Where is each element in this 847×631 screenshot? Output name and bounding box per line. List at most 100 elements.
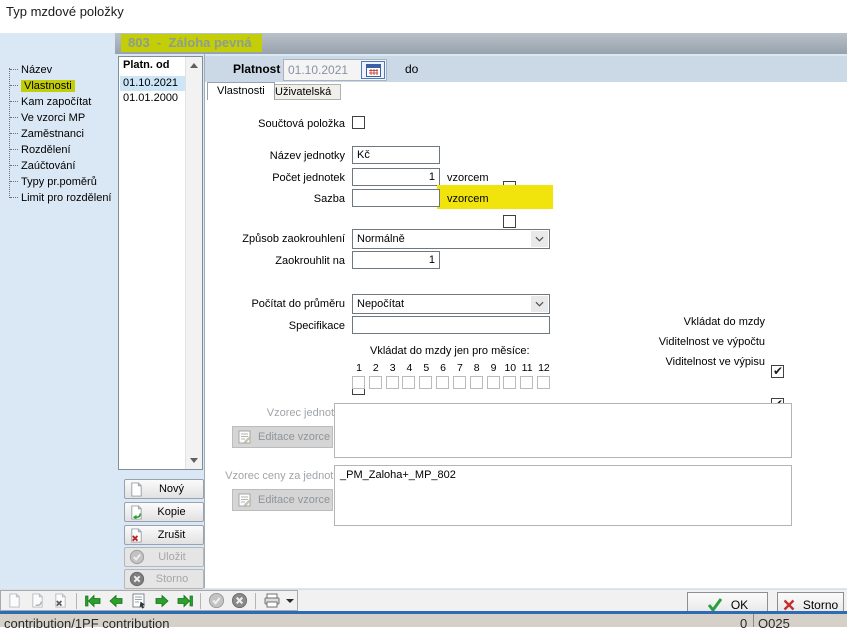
dropdown-button[interactable] bbox=[531, 296, 548, 312]
zpusob-zaokrouhleni-dropdown[interactable]: Normálně bbox=[352, 229, 550, 249]
sidebar-item-label: Název bbox=[21, 64, 52, 76]
new-document-icon[interactable] bbox=[4, 591, 25, 611]
record-header-bar: 803 - Záloha pevná bbox=[115, 33, 847, 54]
sidebar-item-zauctovani[interactable]: Zaúčtování bbox=[10, 158, 75, 174]
pocitat-do-prumeru-dropdown[interactable]: Nepočítat bbox=[352, 294, 550, 314]
validity-from-date-field[interactable]: 01.10.2021 bbox=[283, 59, 387, 81]
scroll-down-icon[interactable] bbox=[190, 458, 198, 463]
sidebar-item-ve-vzorci-mp[interactable]: Ve vzorci MP bbox=[10, 110, 85, 126]
sidebar-item-zamestnanci[interactable]: Zaměstnanci bbox=[10, 126, 84, 142]
next-record-icon[interactable] bbox=[151, 591, 172, 611]
souctova-polozka-checkbox[interactable] bbox=[352, 116, 365, 129]
new-document-icon bbox=[129, 482, 144, 497]
sidebar-item-rozdeleni[interactable]: Rozdělení bbox=[10, 142, 71, 158]
scroll-up-icon[interactable] bbox=[190, 63, 198, 68]
wage-item-type-window: Typ mzdové položky 803 - Záloha pevná Ná… bbox=[0, 0, 847, 91]
novy-button[interactable]: Nový bbox=[124, 479, 204, 499]
tab-vlastnosti[interactable]: Vlastnosti bbox=[207, 82, 275, 100]
validity-band: Platnost od 01.10.2021 do bbox=[205, 56, 847, 82]
month-3-checkbox[interactable] bbox=[386, 376, 399, 389]
version-list-header: Platn. od bbox=[119, 57, 189, 73]
month-9-checkbox[interactable] bbox=[487, 376, 500, 389]
accept-icon[interactable] bbox=[206, 591, 227, 611]
month-6-checkbox[interactable] bbox=[436, 376, 449, 389]
month-10-checkbox[interactable] bbox=[503, 376, 516, 389]
sazba-input[interactable] bbox=[352, 189, 440, 207]
vkladat-do-mzdy-label: Vkládat do mzdy bbox=[545, 316, 765, 328]
first-record-icon[interactable] bbox=[82, 591, 103, 611]
sidebar-item-label: Rozdělení bbox=[21, 144, 71, 156]
month-4-checkbox[interactable] bbox=[402, 376, 415, 389]
delete-icon bbox=[129, 528, 144, 543]
kopie-button[interactable]: Kopie bbox=[124, 502, 204, 522]
sidebar-item-typy-pr-pomeru[interactable]: Typy pr.poměrů bbox=[10, 174, 97, 190]
sidebar-item-vlastnosti[interactable]: Vlastnosti bbox=[10, 78, 75, 94]
validity-from-date-value: 01.10.2021 bbox=[288, 63, 348, 77]
tree-stub bbox=[10, 133, 18, 135]
month-5: 5 bbox=[419, 362, 433, 389]
months-row: 1 2 3 4 5 6 7 8 9 10 11 12 bbox=[352, 362, 551, 389]
dropdown-button[interactable] bbox=[531, 231, 548, 247]
month-11: 11 bbox=[520, 362, 534, 389]
calendar-button[interactable] bbox=[361, 61, 385, 79]
zpusob-zaokrouhleni-value: Normálně bbox=[357, 233, 405, 245]
sidebar-item-label: Kam započítat bbox=[21, 96, 91, 108]
delete-icon[interactable] bbox=[50, 591, 71, 611]
edit-formula-icon bbox=[238, 493, 252, 507]
sazba-label: Sazba bbox=[145, 193, 345, 205]
editace-vzorce-ceny-button[interactable]: Editace vzorce bbox=[232, 489, 333, 511]
month-2-checkbox[interactable] bbox=[369, 376, 382, 389]
month-10: 10 bbox=[503, 362, 517, 389]
novy-label: Nový bbox=[144, 483, 199, 495]
editace-vzorce-jednotky-button[interactable]: Editace vzorce bbox=[232, 426, 333, 448]
chevron-down-icon bbox=[535, 236, 544, 242]
month-11-checkbox[interactable] bbox=[520, 376, 533, 389]
souctova-polozka-label: Součtová položka bbox=[145, 118, 345, 130]
form-view-icon[interactable] bbox=[128, 591, 149, 611]
zrusit-button[interactable]: Zrušit bbox=[124, 525, 204, 545]
cancel-x-icon bbox=[129, 571, 145, 587]
page-title: Typ mzdové položky bbox=[6, 4, 124, 19]
sidebar-item-label: Zaměstnanci bbox=[21, 128, 84, 140]
calendar-icon bbox=[366, 64, 381, 77]
sidebar-item-nazev[interactable]: Název bbox=[10, 62, 52, 78]
month-2: 2 bbox=[369, 362, 383, 389]
month-4: 4 bbox=[402, 362, 416, 389]
print-dropdown-arrow[interactable] bbox=[286, 599, 294, 603]
toolbar-separator bbox=[255, 593, 256, 609]
cancel-icon[interactable] bbox=[229, 591, 250, 611]
record-title-highlight: 803 - Záloha pevná bbox=[121, 34, 262, 52]
specifikace-input[interactable] bbox=[352, 316, 550, 334]
version-row[interactable]: 01.01.2000 bbox=[120, 91, 188, 106]
zaokrouhlit-na-input[interactable]: 1 bbox=[352, 251, 440, 269]
month-7-checkbox[interactable] bbox=[453, 376, 466, 389]
print-icon[interactable] bbox=[261, 591, 282, 611]
nazev-jednotky-label: Název jednotky bbox=[145, 150, 345, 162]
month-1-checkbox[interactable] bbox=[352, 376, 365, 389]
ok-check-icon bbox=[707, 598, 723, 612]
month-5-checkbox[interactable] bbox=[419, 376, 432, 389]
toolbar-separator bbox=[76, 593, 77, 609]
ok-label: OK bbox=[731, 598, 748, 612]
version-row-selected[interactable]: 01.10.2021 bbox=[120, 76, 188, 91]
vzorec-jednotky-box[interactable] bbox=[334, 403, 792, 458]
pocet-jednotek-input[interactable]: 1 bbox=[352, 168, 440, 186]
sidebar-item-limit-pro-rozdeleni[interactable]: Limit pro rozdělení bbox=[10, 190, 112, 206]
vzorec-jednotky-label: Vzorec jednotky bbox=[145, 407, 345, 419]
nazev-jednotky-input[interactable]: Kč bbox=[352, 146, 440, 164]
vzorec-ceny-box[interactable]: _PM_Zaloha+_MP_802 bbox=[334, 465, 792, 526]
previous-record-icon[interactable] bbox=[105, 591, 126, 611]
background-cell-b: O025 bbox=[758, 616, 790, 631]
specifikace-label: Specifikace bbox=[145, 320, 345, 332]
sidebar-item-kam-zapocitat[interactable]: Kam započítat bbox=[10, 94, 91, 110]
month-12-checkbox[interactable] bbox=[537, 376, 550, 389]
zaokrouhlit-na-label: Zaokrouhlit na bbox=[145, 255, 345, 267]
sidebar-item-label-highlighted: Vlastnosti bbox=[21, 80, 75, 92]
copy-icon[interactable] bbox=[27, 591, 48, 611]
tab-uzivatelska[interactable]: Uživatelská bbox=[265, 84, 341, 100]
save-check-icon bbox=[129, 549, 145, 565]
month-8-checkbox[interactable] bbox=[470, 376, 483, 389]
vkladat-do-mzdy-checkbox[interactable] bbox=[771, 365, 784, 378]
sazba-vzorcem-checkbox[interactable] bbox=[503, 215, 516, 228]
last-record-icon[interactable] bbox=[174, 591, 195, 611]
